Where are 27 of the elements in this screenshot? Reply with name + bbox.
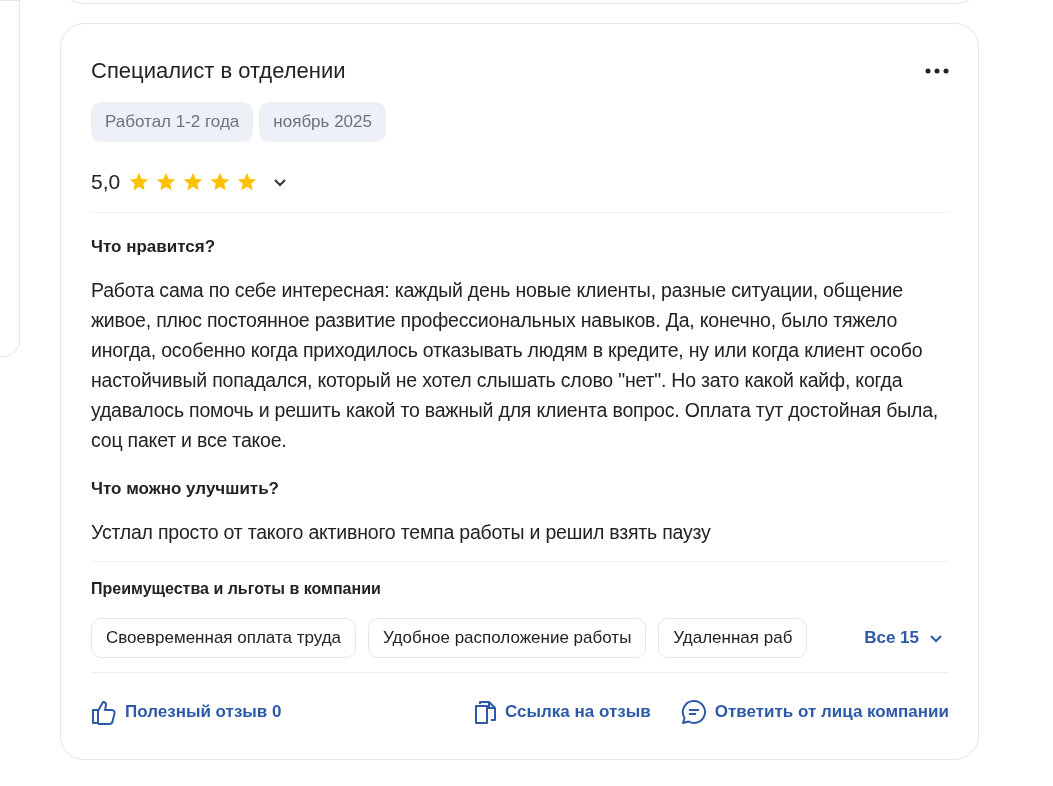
chevron-down-icon[interactable] [273,177,288,187]
chevron-down-icon [929,633,943,643]
star-icon [128,171,151,193]
section-heading: Что нравится? [91,236,217,258]
star-icon [209,171,232,193]
benefit-chip: Своевременная оплата труда [91,618,357,658]
star-icon [236,171,259,193]
benefit-chip: Удобное расположение работы [368,618,647,658]
copy-icon [473,699,498,725]
review-text: Устлал просто от такого активного темпа работы и решил взять паузу [91,520,712,545]
review-text: Работа сама по себе интересная: каждый день новые клиенты, разные ситуации, общение живое, плюс постоянное развитие профессиональных навыков. Да, конечно, было тяжело иногда, особенно когда приходилось отказывать людям в кредите, ну или когда клиент особо настойчивый попадался, который не хотел слышать слово "нет". Но зато какой кайф, когда удавалось помочь и решить какой то важный для клиента вопрос. Оплата тут достойная была, соц пакет и все такое. [91,278,940,453]
tag: ноябрь 2025 [259,102,386,142]
benefits-heading: Преимущества и льготы в компании [91,580,382,598]
tag: Работал 1-2 года [91,102,254,142]
chat-bubble-icon [680,699,707,725]
star-icon [155,171,178,193]
helpful-button[interactable]: Полезный отзыв 0 [91,699,282,725]
more-icon[interactable] [925,68,949,74]
section-heading: Что можно улучшить? [91,478,280,500]
review-title: Специалист в отделении [91,58,346,84]
show-all-button[interactable]: Все 15 [864,622,949,654]
rating-score: 5,0 [91,170,121,194]
benefit-chip: Удаленная раб [658,618,808,658]
reply-button[interactable]: Ответить от лица компании [680,699,949,725]
thumbs-up-icon [91,699,117,725]
copy-link-button[interactable]: Ссылка на отзыв [473,699,651,725]
star-icon [182,171,205,193]
